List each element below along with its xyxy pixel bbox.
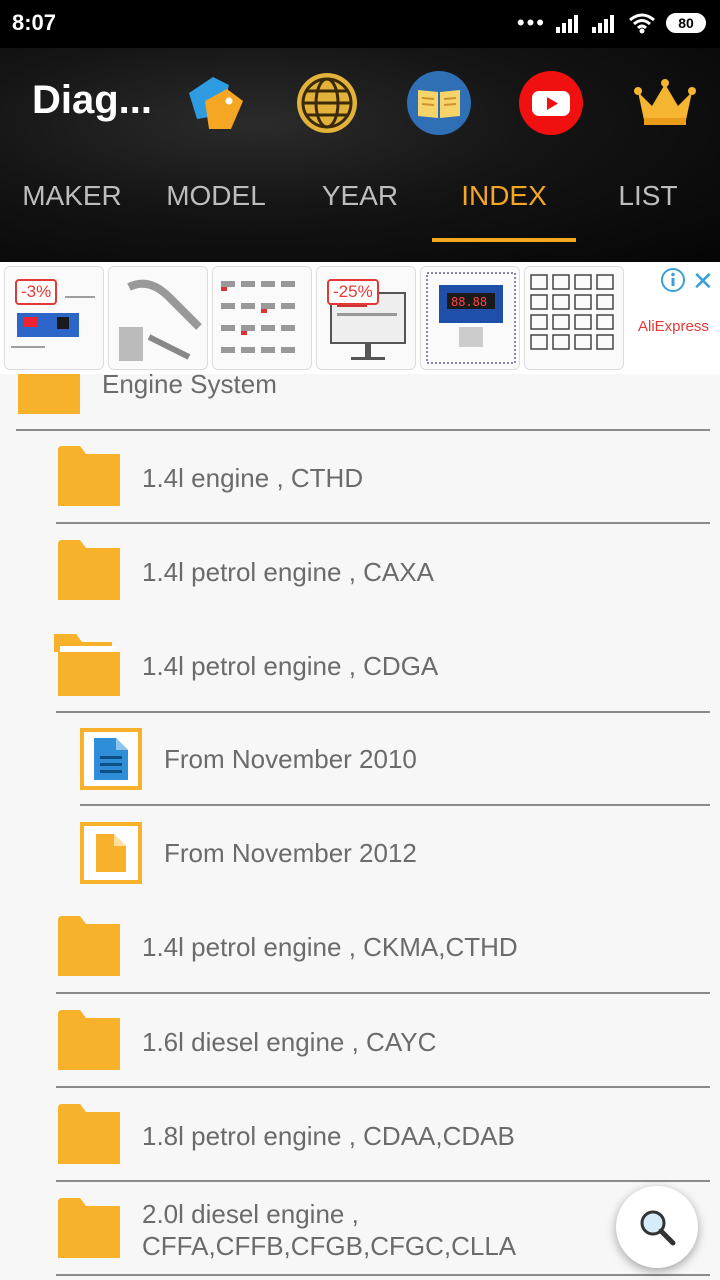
list-item-document[interactable] <box>80 822 142 884</box>
discount-badge: -3% <box>15 279 58 305</box>
list-item[interactable] <box>58 1010 120 1070</box>
tab-maker[interactable]: MAKER <box>0 170 144 240</box>
battery-indicator: 80 <box>666 13 706 33</box>
list-item-expanded[interactable] <box>54 632 120 696</box>
list-item-label: From November 2012 <box>164 838 417 868</box>
tab-index[interactable]: INDEX <box>432 170 576 240</box>
list-item-label: 1.8l petrol engine , CDAA,CDAB <box>142 1121 515 1151</box>
list-item-label-line2: CFFA,CFFB,CFGB,CFGC,CLLA <box>142 1231 517 1261</box>
document-icon <box>80 728 142 790</box>
document-icon <box>80 822 142 884</box>
search-icon <box>640 1210 676 1246</box>
tab-bar: MAKER MODEL YEAR INDEX LIST <box>0 170 720 240</box>
ad-product-pipes[interactable] <box>108 266 208 370</box>
status-icons: ••• 80 <box>517 12 706 34</box>
folder-icon <box>58 1010 120 1070</box>
globe-icon[interactable] <box>294 70 360 136</box>
ad-product-icons-grid[interactable] <box>524 266 624 370</box>
list-item-label: 1.4l petrol engine , CKMA,CTHD <box>142 932 518 962</box>
divider <box>56 1274 710 1276</box>
info-icon[interactable] <box>661 268 685 292</box>
list-item[interactable] <box>58 916 120 976</box>
svg-text:88.88: 88.88 <box>451 295 487 309</box>
app-header: Diag... MAKER MODEL YEAR INDEX LIST <box>0 48 720 262</box>
list-item[interactable] <box>58 446 120 506</box>
list-item-document[interactable] <box>80 728 142 790</box>
list-item-label: 1.4l petrol engine , CDGA <box>142 651 439 681</box>
section-title[interactable]: Engine System <box>102 368 277 400</box>
ad-banner[interactable]: -3% -25% 88.88 AliExpress <box>0 262 720 374</box>
divider <box>80 804 710 806</box>
folder-icon <box>58 916 120 976</box>
divider <box>56 992 710 994</box>
youtube-icon[interactable] <box>518 70 584 136</box>
folder-icon <box>58 1104 120 1164</box>
discount-badge: -25% <box>327 279 379 305</box>
list-item-label: 1.6l diesel engine , CAYC <box>142 1027 437 1057</box>
list-item-label: 1.4l engine , CTHD <box>142 463 364 493</box>
tag-icon[interactable] <box>182 70 248 136</box>
ad-product-connectors[interactable] <box>212 266 312 370</box>
close-icon[interactable]: ✕ <box>692 266 714 297</box>
ad-product-monitor[interactable]: -25% <box>316 266 416 370</box>
status-bar: 8:07 ••• 80 <box>0 0 720 48</box>
signal-icon <box>592 15 614 33</box>
book-icon[interactable] <box>406 70 472 136</box>
divider <box>56 522 710 524</box>
list-item[interactable] <box>58 1198 120 1258</box>
folder-icon <box>58 1198 120 1258</box>
divider <box>56 1180 710 1182</box>
tab-list[interactable]: LIST <box>576 170 720 240</box>
list-item-label: 2.0l diesel engine , <box>142 1199 359 1229</box>
divider <box>16 429 710 431</box>
folder-icon <box>58 446 120 506</box>
signal-icon <box>556 15 578 33</box>
folder-icon <box>18 374 80 414</box>
app-title: Diag... <box>32 78 153 122</box>
list-item[interactable] <box>58 1104 120 1164</box>
list-item-label: 1.4l petrol engine , CAXA <box>142 557 434 587</box>
divider <box>56 711 710 713</box>
wifi-icon <box>629 13 655 34</box>
ad-product-display-module[interactable]: 88.88 <box>420 266 520 370</box>
folder-icon <box>58 540 120 600</box>
active-tab-indicator <box>432 238 576 242</box>
search-button[interactable] <box>616 1186 698 1268</box>
status-time: 8:07 <box>12 10 57 35</box>
crown-icon[interactable] <box>632 70 698 136</box>
ad-product-relay[interactable]: -3% <box>4 266 104 370</box>
list-item[interactable] <box>58 540 120 600</box>
folder-open-icon <box>54 634 120 696</box>
tab-model[interactable]: MODEL <box>144 170 288 240</box>
ad-brand-label: AliExpress <box>638 318 709 335</box>
divider <box>56 1086 710 1088</box>
more-dots-icon: ••• <box>516 10 546 35</box>
list-item-label: From November 2010 <box>164 744 417 774</box>
tab-year[interactable]: YEAR <box>288 170 432 240</box>
